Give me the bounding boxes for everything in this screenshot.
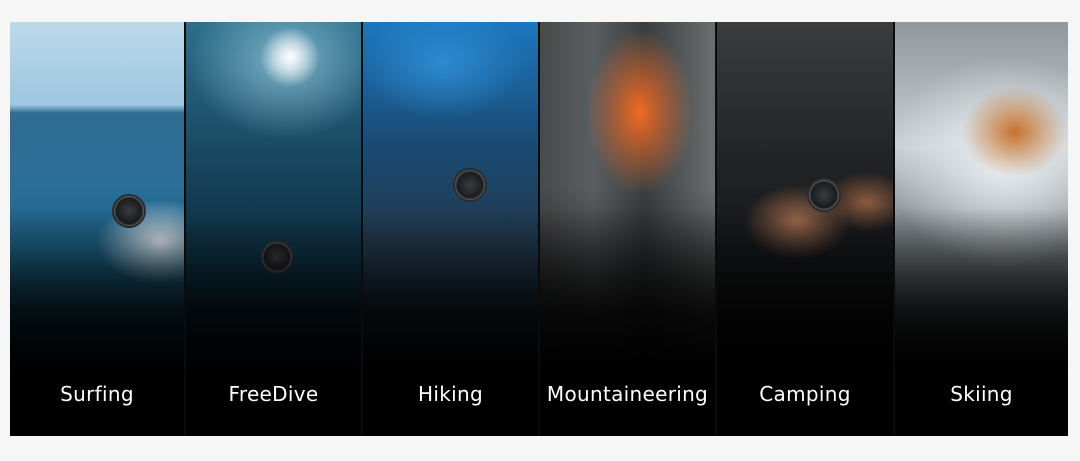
panel-label-camping: Camping <box>759 382 851 406</box>
panel-surfing: Surfing <box>10 22 184 436</box>
panel-label-surfing: Surfing <box>60 382 134 406</box>
panel-freedive: FreeDive <box>184 22 361 436</box>
watch-icon <box>809 180 839 210</box>
panel-label-hiking: Hiking <box>418 382 483 406</box>
panel-hiking: Hiking <box>361 22 538 436</box>
panel-skiing: Skiing <box>893 22 1068 436</box>
panel-camping: Camping <box>715 22 893 436</box>
panel-mountaineering: Mountaineering <box>538 22 715 436</box>
panel-label-mountaineering: Mountaineering <box>546 382 709 406</box>
activity-banner: Surfing FreeDive Hiking Mountaineering C… <box>10 22 1068 436</box>
panel-label-freedive: FreeDive <box>228 382 319 406</box>
watch-icon <box>455 170 485 200</box>
panel-label-skiing: Skiing <box>950 382 1013 406</box>
